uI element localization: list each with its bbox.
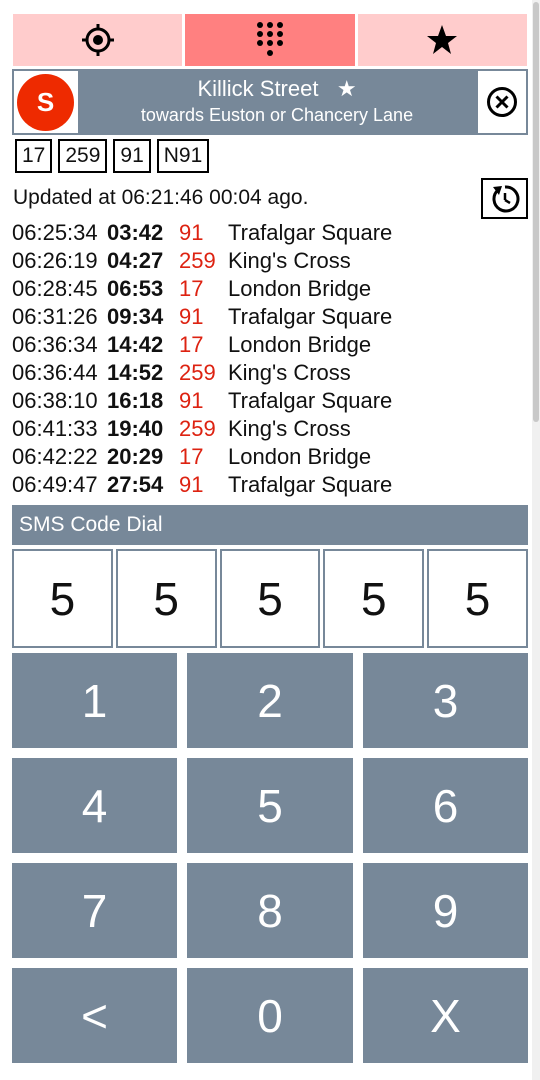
code-digit: 5	[115, 549, 217, 648]
stop-header: S Killick Street ★ towards Euston or Cha…	[12, 69, 528, 135]
arrival-row: 06:36:44 14:52 259 King's Cross	[12, 359, 528, 387]
key-2[interactable]: 2	[187, 653, 353, 748]
refresh-button[interactable]	[481, 178, 528, 219]
arrival-time: 06:28:45	[12, 276, 98, 301]
arrival-row: 06:28:45 06:53 17 London Bridge	[12, 275, 528, 303]
arrival-due: 27:54	[107, 472, 164, 497]
key-4[interactable]: 4	[12, 758, 177, 853]
arrival-row: 06:41:33 19:40 259 King's Cross	[12, 415, 528, 443]
key-clear[interactable]: X	[363, 968, 528, 1063]
arrival-route: 91	[179, 388, 204, 413]
arrival-due: 16:18	[107, 388, 164, 413]
key-1[interactable]: 1	[12, 653, 177, 748]
code-digit: 5	[219, 549, 321, 648]
crosshair-location-icon	[81, 24, 114, 56]
close-circle-icon	[487, 87, 517, 117]
route-chip[interactable]: 17	[15, 139, 53, 173]
refresh-icon	[492, 184, 519, 212]
arrival-destination: London Bridge	[228, 444, 372, 469]
key-9[interactable]: 9	[363, 863, 528, 958]
arrival-destination: King's Cross	[228, 360, 351, 385]
stop-letter-badge: S	[17, 74, 74, 131]
mode-tabs	[13, 14, 527, 66]
tab-favourites[interactable]	[357, 14, 527, 66]
tab-nearby[interactable]	[13, 14, 183, 66]
arrival-destination: King's Cross	[228, 416, 351, 441]
stop-badge-container: S	[14, 71, 78, 133]
key-0[interactable]: 0	[187, 968, 353, 1063]
arrival-due: 03:42	[107, 220, 164, 245]
arrival-route: 17	[179, 332, 204, 357]
arrival-row: 06:42:22 20:29 17 London Bridge	[12, 443, 528, 471]
close-stop-button[interactable]	[478, 71, 526, 133]
arrival-route: 91	[179, 220, 204, 245]
arrival-due: 14:42	[107, 332, 164, 357]
key-6[interactable]: 6	[363, 758, 528, 853]
arrival-time: 06:49:47	[12, 472, 98, 497]
arrival-time: 06:36:44	[12, 360, 98, 385]
code-digit: 5	[427, 549, 528, 648]
stop-direction: towards Euston or Chancery Lane	[140, 105, 414, 125]
key-8[interactable]: 8	[187, 863, 353, 958]
stop-name-text: Killick Street	[197, 76, 319, 101]
arrival-time: 06:36:34	[12, 332, 98, 357]
arrival-route: 17	[179, 444, 204, 469]
key-3[interactable]: 3	[363, 653, 528, 748]
sms-code-display: 5 5 5 5 5	[12, 549, 528, 648]
sms-code-dial-title: SMS Code Dial	[12, 505, 528, 545]
dialpad-icon	[256, 22, 283, 56]
arrival-destination: Trafalgar Square	[228, 472, 393, 497]
arrival-route: 259	[179, 360, 216, 385]
favourite-star-icon[interactable]: ★	[337, 76, 357, 101]
arrivals-list: 06:25:34 03:42 91 Trafalgar Square 06:26…	[12, 219, 528, 499]
arrival-due: 06:53	[107, 276, 164, 301]
arrival-time: 06:41:33	[12, 416, 98, 441]
arrival-time: 06:42:22	[12, 444, 98, 469]
arrival-destination: Trafalgar Square	[228, 304, 393, 329]
code-digit: 5	[12, 549, 113, 648]
code-digit: 5	[323, 549, 425, 648]
keypad: 1 2 3 4 5 6 7 8 9 < 0 X	[12, 653, 528, 1063]
arrival-due: 09:34	[107, 304, 164, 329]
arrival-due: 20:29	[107, 444, 164, 469]
arrival-route: 259	[179, 416, 216, 441]
arrival-row: 06:38:10 16:18 91 Trafalgar Square	[12, 387, 528, 415]
arrival-row: 06:31:26 09:34 91 Trafalgar Square	[12, 303, 528, 331]
stop-name: Killick Street ★	[78, 76, 476, 102]
arrival-destination: London Bridge	[228, 332, 372, 357]
updated-status: Updated at 06:21:46 00:04 ago.	[13, 186, 309, 209]
arrival-route: 17	[179, 276, 204, 301]
route-chip[interactable]: 259	[58, 139, 108, 173]
arrival-destination: Trafalgar Square	[228, 388, 393, 413]
arrival-destination: King's Cross	[228, 248, 351, 273]
arrival-destination: London Bridge	[228, 276, 372, 301]
arrival-row: 06:49:47 27:54 91 Trafalgar Square	[12, 471, 528, 499]
arrival-due: 14:52	[107, 360, 164, 385]
arrival-row: 06:25:34 03:42 91 Trafalgar Square	[12, 219, 528, 247]
route-chip[interactable]: 91	[113, 139, 151, 173]
arrival-time: 06:26:19	[12, 248, 98, 273]
key-backspace[interactable]: <	[12, 968, 177, 1063]
arrival-time: 06:38:10	[12, 388, 98, 413]
scrollbar[interactable]	[532, 0, 540, 1080]
arrival-row: 06:36:34 14:42 17 London Bridge	[12, 331, 528, 359]
arrival-destination: Trafalgar Square	[228, 220, 393, 245]
arrival-due: 04:27	[107, 248, 164, 273]
scrollbar-thumb[interactable]	[533, 2, 539, 422]
arrival-due: 19:40	[107, 416, 164, 441]
key-5[interactable]: 5	[187, 758, 353, 853]
tab-dialpad[interactable]	[185, 14, 355, 66]
route-chip[interactable]: N91	[156, 139, 210, 173]
arrival-route: 91	[179, 472, 204, 497]
route-filter: 17 259 91 N91	[15, 139, 210, 173]
star-icon	[427, 25, 458, 54]
arrival-time: 06:25:34	[12, 220, 98, 245]
arrival-time: 06:31:26	[12, 304, 98, 329]
arrival-row: 06:26:19 04:27 259 King's Cross	[12, 247, 528, 275]
arrival-route: 91	[179, 304, 204, 329]
arrival-route: 259	[179, 248, 216, 273]
key-7[interactable]: 7	[12, 863, 177, 958]
